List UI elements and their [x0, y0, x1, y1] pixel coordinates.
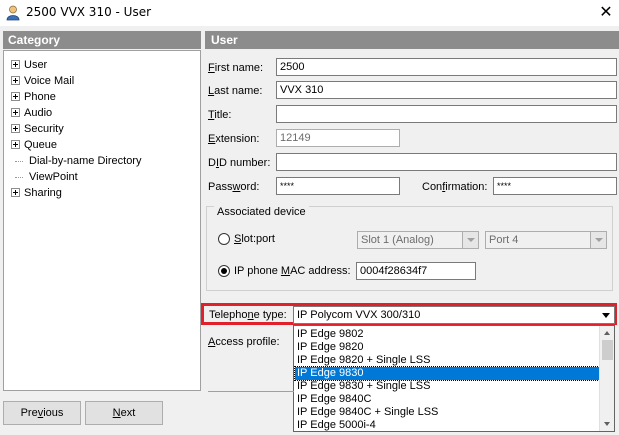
slot-port-radio[interactable] [218, 233, 230, 245]
port-select-value: Port 4 [489, 234, 519, 246]
password-label: Password: [208, 181, 260, 193]
first-name-label: First name: [208, 62, 264, 74]
tree-item-label: User [24, 59, 48, 71]
scroll-down-icon[interactable] [600, 417, 615, 431]
user-header: User [205, 31, 619, 49]
chevron-down-icon[interactable] [599, 308, 613, 322]
password-input[interactable]: **** [276, 177, 400, 195]
title-label: Title: [208, 109, 232, 121]
user-person-icon [6, 5, 20, 21]
expand-icon[interactable] [11, 108, 20, 117]
next-button[interactable]: Next [85, 401, 163, 425]
tree-item-label: Queue [24, 139, 58, 151]
tree-item-label: Voice Mail [24, 75, 75, 87]
previous-button[interactable]: Previous [3, 401, 81, 425]
dropdown-option[interactable]: IP Edge 9820 [295, 341, 601, 354]
dropdown-option[interactable]: IP Edge 9840C + Single LSS [295, 406, 601, 419]
expand-icon[interactable] [11, 92, 20, 101]
ip-phone-mac-radio[interactable] [218, 265, 230, 277]
category-header: Category [3, 31, 201, 49]
last-name-input[interactable]: VVX 310 [276, 81, 617, 99]
first-name-input[interactable]: 2500 [276, 58, 617, 76]
title-input[interactable] [276, 105, 617, 123]
dropdown-option[interactable]: IP Edge 5000i-4 [295, 419, 601, 432]
telephone-type-dropdown[interactable]: IP Edge 9802 IP Edge 9820 IP Edge 9820 +… [293, 325, 615, 432]
divider [208, 391, 294, 392]
title-bar: 2500 VVX 310 - User ✕ [0, 0, 619, 26]
telephone-type-select[interactable]: IP Polycom VVX 300/310 [293, 306, 615, 324]
dropdown-option[interactable]: IP Edge 9840C [295, 393, 601, 406]
last-name-label: Last name: [208, 85, 263, 97]
chevron-down-icon [590, 232, 606, 248]
tree-connector [15, 161, 23, 162]
confirmation-label: Confirmation: [422, 181, 488, 193]
expand-icon[interactable] [11, 60, 20, 69]
close-icon[interactable]: ✕ [596, 3, 616, 23]
slot-select: Slot 1 (Analog) [357, 231, 479, 249]
dropdown-option-selected[interactable]: IP Edge 9830 [294, 366, 602, 381]
tree-item-label: ViewPoint [29, 171, 78, 183]
did-number-input[interactable] [276, 153, 617, 171]
access-profile-label: Access profile: [208, 336, 280, 348]
scroll-up-icon[interactable] [600, 326, 615, 340]
category-tree: User Voice Mail Phone Audio Security Que… [3, 50, 201, 391]
chevron-down-icon [462, 232, 478, 248]
expand-icon[interactable] [11, 188, 20, 197]
tree-connector [15, 177, 23, 178]
dropdown-option[interactable]: IP Edge 9802 [295, 328, 601, 341]
tree-item-label: Security [24, 123, 64, 135]
window-title: 2500 VVX 310 - User [26, 5, 152, 19]
expand-icon[interactable] [11, 124, 20, 133]
tree-item-label: Phone [24, 91, 56, 103]
mac-address-input[interactable]: 0004f28634f7 [356, 262, 476, 280]
did-number-label: DID number: [208, 157, 271, 169]
slot-select-value: Slot 1 (Analog) [361, 234, 434, 246]
telephone-type-label: Telephone type: [209, 309, 287, 321]
slot-port-label: Slot:port [234, 233, 275, 245]
tree-item-label: Dial-by-name Directory [29, 155, 142, 167]
port-select: Port 4 [485, 231, 607, 249]
associated-device-title: Associated device [214, 206, 309, 218]
dropdown-scrollbar[interactable] [599, 326, 614, 431]
tree-item-label: Audio [24, 107, 53, 119]
dropdown-option[interactable]: IP Edge 9820 + Single LSS [295, 354, 601, 367]
scrollbar-thumb[interactable] [602, 340, 613, 360]
expand-icon[interactable] [11, 140, 20, 149]
extension-input: 12149 [276, 129, 400, 147]
expand-icon[interactable] [11, 76, 20, 85]
tree-item-label: Sharing [24, 187, 62, 199]
confirmation-input[interactable]: **** [493, 177, 617, 195]
extension-label: Extension: [208, 133, 260, 145]
dropdown-option[interactable]: IP Edge 9830 + Single LSS [295, 380, 601, 393]
ip-phone-mac-label: IP phone MAC address: [234, 265, 351, 277]
telephone-type-value: IP Polycom VVX 300/310 [297, 309, 421, 321]
